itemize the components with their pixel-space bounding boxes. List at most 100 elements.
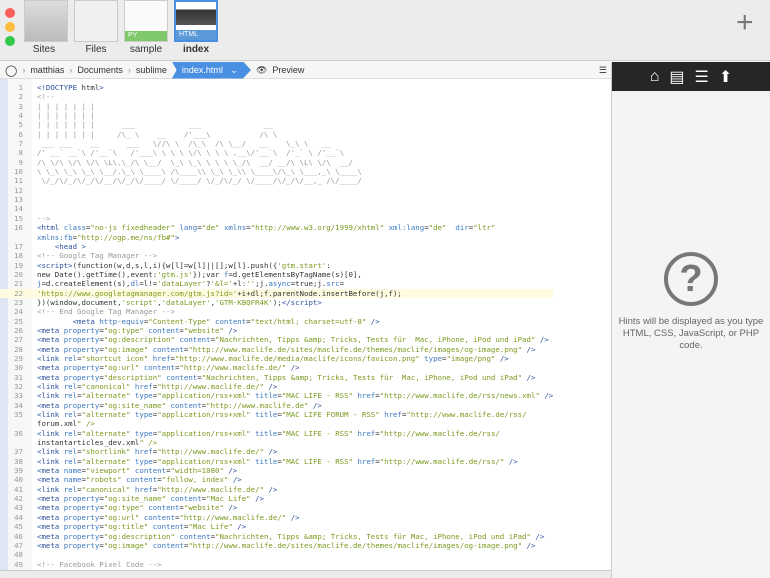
line-number: 40 bbox=[14, 475, 23, 485]
breadcrumb-item[interactable]: sublime bbox=[136, 65, 167, 75]
file-label: index bbox=[182, 44, 210, 55]
code-line: 25 <meta http-equiv="Content-Type" conte… bbox=[0, 317, 553, 326]
line-text: })(window,document,'script','dataLayer',… bbox=[37, 297, 322, 307]
circle-icon[interactable]: ◯ bbox=[5, 64, 17, 77]
breadcrumb-item[interactable]: Documents bbox=[77, 65, 123, 75]
code-line: 17 <head > bbox=[0, 242, 553, 251]
line-text: <meta property="og:type" content="websit… bbox=[37, 325, 238, 335]
preview-button[interactable]: Preview bbox=[272, 65, 304, 75]
line-text: <meta property="og:image" content="http:… bbox=[37, 344, 536, 354]
line-number: 27 bbox=[14, 335, 23, 345]
code-editor[interactable]: 1 <!DOCTYPE html> 2 <!-- 3 | | | | | | | 4 | | … bbox=[0, 79, 611, 570]
line-number: 20 bbox=[14, 269, 23, 279]
line-text: <meta property="og:description" content=… bbox=[37, 335, 549, 345]
code-line: 13 bbox=[0, 195, 553, 204]
chevron-right-icon: › bbox=[127, 65, 131, 75]
line-text: <head > bbox=[54, 241, 86, 251]
line-text: <meta property="og:url" content="http://… bbox=[37, 512, 300, 522]
close-window-button[interactable] bbox=[5, 8, 15, 18]
line-number: 47 bbox=[14, 540, 23, 550]
line-text: <meta property="og:url" content="http://… bbox=[37, 363, 300, 373]
arrow-up-icon[interactable]: ⬆ bbox=[719, 67, 732, 87]
code-line: 10 \ \_\ \_\ \_\ \__/.\_\ \____\ /\____\\… bbox=[0, 167, 553, 176]
code-line: 24 <!-- End Google Tag Manager --> bbox=[0, 307, 553, 316]
line-number: 38 bbox=[14, 456, 23, 466]
code-line: 38 <link rel="alternate" type="applicatio… bbox=[0, 457, 553, 466]
line-text: <meta property="og:title" content="Mac L… bbox=[37, 522, 247, 532]
line-text: <link rel="alternate" type="application/… bbox=[37, 410, 527, 420]
line-number: 6 bbox=[18, 129, 23, 139]
line-number: 3 bbox=[18, 101, 23, 111]
line-number: 4 bbox=[18, 111, 23, 121]
line-text bbox=[27, 186, 37, 195]
line-text: <link rel="alternate" type="application/… bbox=[37, 456, 518, 466]
code-line: 39 <meta name="viewport" content="width=1… bbox=[0, 466, 553, 475]
line-text: xmlns:fb="http://ogp.me/ns/fb#"> bbox=[37, 232, 180, 242]
eye-icon: 👁 bbox=[255, 64, 268, 75]
line-text: new Date().getTime(),event:'gtm.js'});va… bbox=[37, 269, 362, 279]
file-type-badge: PY bbox=[125, 31, 167, 41]
file-toolbar: Sites Files PY sample HTML index + bbox=[0, 0, 770, 61]
line-text: <meta property="og:site_name" content="h… bbox=[37, 400, 322, 410]
code-line: 34 <meta property="og:site_name" content=… bbox=[0, 401, 553, 410]
html-file-thumbnail: HTML bbox=[174, 0, 218, 42]
hints-message: Hints will be displayed as you type HTML… bbox=[618, 316, 764, 351]
code-line: 20 new Date().getTime(),event:'gtm.js'});… bbox=[0, 270, 553, 279]
document-icon[interactable]: ▤ bbox=[669, 67, 684, 87]
line-text: instantarticles_dev.xml" /> bbox=[37, 438, 158, 448]
line-text: /' __` __`\ /'__`\ /'___\ \ \ \ \/\ \ \ … bbox=[37, 148, 345, 158]
add-file-button[interactable]: + bbox=[736, 8, 754, 38]
line-number: 45 bbox=[14, 522, 23, 532]
line-number bbox=[0, 438, 27, 447]
code-line: 48 bbox=[0, 550, 553, 559]
code-line: 8 /' __` __`\ /'__`\ /'___\ \ \ \ \/\ \ \… bbox=[0, 148, 553, 157]
code-line: 22 'https://www.googletagmanager.com/gtm.… bbox=[0, 288, 554, 298]
line-text: 'https://www.googletagmanager.com/gtm.js… bbox=[37, 288, 402, 298]
code-line: 3 | | | | | | | bbox=[0, 102, 553, 111]
list-menu-icon[interactable]: ☰ bbox=[599, 65, 607, 76]
line-text: ___ ___ __ ___ \//\ \ /\_\ /\ \__/ __ \_… bbox=[37, 139, 331, 149]
line-text: | | | | | | | bbox=[37, 111, 95, 121]
code-line: 6 | | | | | | | /\_ \ __ /'___\ /\ \ bbox=[0, 130, 553, 139]
minimize-window-button[interactable] bbox=[5, 22, 15, 32]
line-text: /\ \/\ \/\ \/\ \L\.\_/\ \__/ \_\ \_\ \ \… bbox=[37, 157, 353, 167]
code-line: 14 bbox=[0, 204, 553, 213]
line-number: 10 bbox=[14, 167, 23, 177]
code-line: 36 <link rel="alternate" type="applicatio… bbox=[0, 429, 553, 438]
code-line: 15 --> bbox=[0, 214, 553, 223]
line-text: <meta property="og:image" content="http:… bbox=[37, 540, 536, 550]
line-text: <!-- Google Tag Manager --> bbox=[37, 251, 158, 261]
code-line: 7 ___ ___ __ ___ \//\ \ /\_\ /\ \__/ __ … bbox=[0, 139, 553, 148]
line-number: 14 bbox=[14, 204, 23, 214]
file-type-badge: HTML bbox=[176, 30, 216, 40]
hints-panel: ⌂ ▤ ☰ ⬆ ? Hints will be displayed as you… bbox=[611, 62, 770, 578]
line-number: 13 bbox=[14, 195, 23, 205]
line-number: 24 bbox=[14, 307, 23, 317]
code-line: 40 <meta name="robots" content="follow, i… bbox=[0, 475, 553, 484]
breadcrumb-item[interactable]: matthias bbox=[30, 65, 64, 75]
line-number: 41 bbox=[14, 484, 23, 494]
code-line: 19 <script>(function(w,d,s,l,i){w[l]=w[l]… bbox=[0, 261, 553, 270]
code-line: 43 <meta property="og:type" content="webs… bbox=[0, 503, 553, 512]
line-text: \ \_\ \_\ \_\ \__/.\_\ \____\ /\____\\ \… bbox=[37, 167, 362, 177]
line-text: <link rel="canonical" href="http://www.m… bbox=[37, 484, 278, 494]
line-number: 9 bbox=[18, 157, 23, 167]
code-line: 29 <link rel="shortcut icon" href="http:/… bbox=[0, 354, 553, 363]
breadcrumb: ◯ › matthias › Documents › sublime index… bbox=[0, 61, 611, 79]
home-icon[interactable]: ⌂ bbox=[650, 68, 660, 86]
line-number: 25 bbox=[14, 316, 23, 326]
line-number: 35 bbox=[14, 410, 23, 420]
line-number: 44 bbox=[14, 512, 23, 522]
code-line: 45 <meta property="og:title" content="Mac… bbox=[0, 522, 553, 531]
line-text: | | | | | | | ___ ___ __ bbox=[37, 120, 273, 130]
python-file-thumbnail: PY bbox=[124, 0, 168, 42]
chevron-right-icon: › bbox=[69, 65, 73, 75]
line-number: 46 bbox=[14, 531, 23, 541]
line-text bbox=[27, 204, 37, 213]
code-line: 32 <link rel="canonical" href="http://www… bbox=[0, 382, 553, 391]
line-text: | | | | | | | bbox=[37, 101, 95, 111]
list-icon[interactable]: ☰ bbox=[695, 67, 709, 87]
line-text: <link rel="alternate" type="application/… bbox=[37, 391, 554, 401]
breadcrumb-current-file[interactable]: index.html ⌄ bbox=[171, 61, 251, 79]
line-number: 49 bbox=[14, 559, 23, 569]
